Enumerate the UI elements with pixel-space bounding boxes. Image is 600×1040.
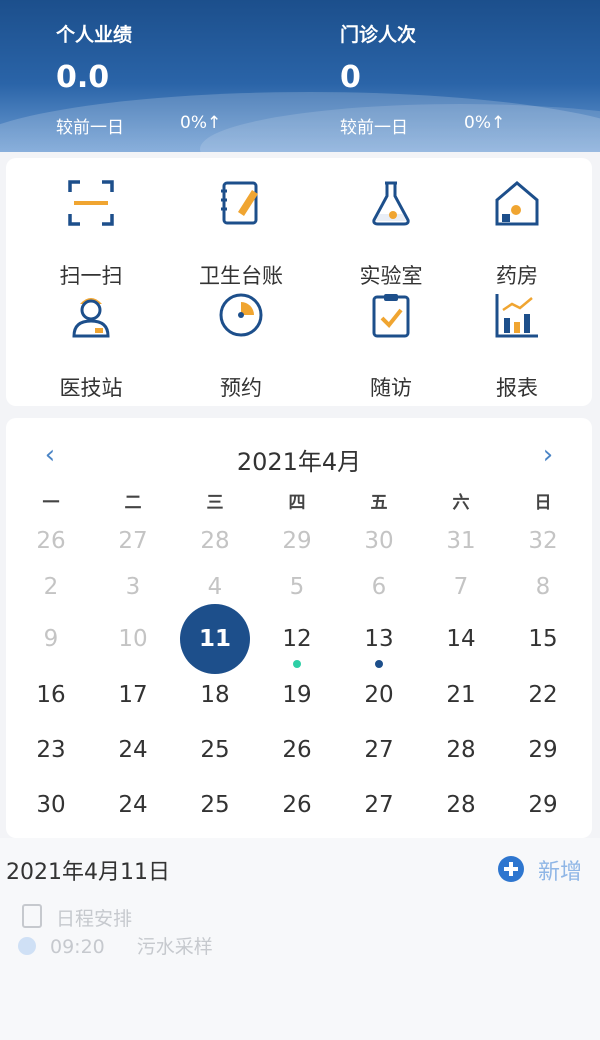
calendar-day[interactable]: 15 <box>502 612 584 666</box>
calendar-day[interactable]: 30 <box>10 778 92 832</box>
calendar-day[interactable]: 10 <box>92 612 174 666</box>
calendar-day[interactable]: 2 <box>10 560 92 614</box>
calendar-icon <box>22 904 42 928</box>
pharmacy-icon <box>495 181 539 226</box>
stat-label: 个人业绩 <box>56 24 133 46</box>
calendar-day[interactable]: 25 <box>174 723 256 777</box>
scan-icon <box>68 180 114 226</box>
calendar-week: 30 24 25 26 27 28 29 <box>6 778 592 832</box>
calendar-day[interactable]: 24 <box>92 723 174 777</box>
calendar-day[interactable]: 6 <box>338 560 420 614</box>
calendar-day[interactable]: 23 <box>10 723 92 777</box>
calendar-day[interactable]: 20 <box>338 668 420 722</box>
add-icon[interactable] <box>498 856 524 882</box>
calendar-week: 2 3 4 5 6 7 8 <box>6 560 592 614</box>
tile-label: 药房 <box>496 264 538 288</box>
function-grid: 扫一扫 卫生台账 实验室 药房 医技站 预约 随访 报表 <box>6 158 592 406</box>
reports-button[interactable]: 报表 <box>457 290 577 400</box>
bar-chart-icon <box>495 294 538 338</box>
calendar-day[interactable]: 8 <box>502 560 584 614</box>
selected-date-title: 2021年4月11日 <box>6 860 170 885</box>
stat-label: 门诊人次 <box>340 24 417 46</box>
stats-header: 个人业绩 0.0 较前一日 0%↑ 门诊人次 0 较前一日 0%↑ <box>0 0 600 152</box>
calendar-day[interactable]: 21 <box>420 668 502 722</box>
calendar-day[interactable]: 3 <box>92 560 174 614</box>
stat-value: 0 <box>340 60 361 95</box>
clipboard-check-icon <box>372 294 410 338</box>
event-dot <box>375 660 383 668</box>
notebook-icon <box>221 181 258 225</box>
weekday-label: 一 <box>42 493 60 513</box>
calendar-week: 23 24 25 26 27 28 29 <box>6 723 592 777</box>
schedule-item[interactable]: 09:20 污水采样 <box>18 932 213 959</box>
calendar-day[interactable]: 24 <box>92 778 174 832</box>
stat-change-pct: 0%↑ <box>464 113 506 133</box>
calendar-day[interactable]: 12 <box>256 612 338 668</box>
calendar-day[interactable]: 9 <box>10 612 92 666</box>
add-schedule-button[interactable]: 新增 <box>538 854 600 886</box>
day-number: 12 <box>282 626 312 652</box>
calendar-day[interactable]: 26 <box>256 723 338 777</box>
event-dot <box>293 660 301 668</box>
calendar: ‹ 2021年4月 › 一 二 三 四 五 六 日 26 27 28 29 30… <box>6 418 592 838</box>
stat-compare-label: 较前一日 <box>56 118 124 138</box>
stat-compare-label: 较前一日 <box>340 118 408 138</box>
calendar-day[interactable]: 28 <box>420 723 502 777</box>
selected-day-circle: 11 <box>180 604 250 674</box>
tile-label: 预约 <box>220 376 262 400</box>
weekday-label: 五 <box>370 493 388 513</box>
schedule-item-text: 污水采样 <box>136 936 213 958</box>
calendar-day[interactable]: 5 <box>256 560 338 614</box>
tile-label: 医技站 <box>59 376 123 400</box>
calendar-day[interactable]: 27 <box>338 778 420 832</box>
schedule-heading-label: 日程安排 <box>56 908 133 930</box>
scan-button[interactable]: 扫一扫 <box>31 178 151 288</box>
weekday-label: 三 <box>206 493 224 513</box>
calendar-month-title: 2021年4月 <box>236 448 362 476</box>
tile-label: 实验室 <box>359 264 423 288</box>
follow-up-button[interactable]: 随访 <box>331 290 451 400</box>
calendar-day[interactable]: 22 <box>502 668 584 722</box>
calendar-day[interactable]: 25 <box>174 778 256 832</box>
schedule-item-time: 09:20 <box>50 936 105 958</box>
calendar-day[interactable]: 26 <box>256 778 338 832</box>
laboratory-button[interactable]: 实验室 <box>331 178 451 288</box>
calendar-day[interactable]: 28 <box>420 778 502 832</box>
weekday-label: 日 <box>534 493 552 513</box>
stat-value: 0.0 <box>56 60 110 95</box>
calendar-week: 9 10 11 12 13 14 15 <box>6 604 592 674</box>
day-number: 13 <box>364 626 394 652</box>
calendar-day[interactable]: 27 <box>338 723 420 777</box>
weekday-label: 六 <box>452 493 470 513</box>
calendar-day[interactable]: 19 <box>256 668 338 722</box>
flask-icon <box>372 181 410 226</box>
calendar-day[interactable]: 16 <box>10 668 92 722</box>
calendar-day[interactable]: 29 <box>502 778 584 832</box>
tile-label: 扫一扫 <box>59 264 123 288</box>
health-ledger-button[interactable]: 卫生台账 <box>181 178 301 288</box>
medical-tech-station-button[interactable]: 医技站 <box>31 290 151 400</box>
calendar-header: ‹ 2021年4月 › <box>6 438 592 476</box>
calendar-day[interactable]: 29 <box>502 723 584 777</box>
calendar-day[interactable]: 18 <box>174 668 256 722</box>
calendar-day[interactable]: 13 <box>338 612 420 668</box>
calendar-day[interactable]: 17 <box>92 668 174 722</box>
clock-icon <box>219 293 263 337</box>
weekday-label: 二 <box>124 493 142 513</box>
stat-change-pct: 0%↑ <box>180 113 222 133</box>
tile-label: 随访 <box>370 376 412 400</box>
pharmacy-button[interactable]: 药房 <box>457 178 577 288</box>
tile-label: 报表 <box>496 376 538 400</box>
next-month-button[interactable]: › <box>528 440 568 470</box>
nurse-icon <box>72 298 110 338</box>
calendar-week: 16 17 18 19 20 21 22 <box>6 668 592 722</box>
calendar-day[interactable]: 14 <box>420 612 502 666</box>
appointment-button[interactable]: 预约 <box>181 290 301 400</box>
calendar-day-selected[interactable]: 11 <box>174 604 256 674</box>
schedule-item-bullet-icon <box>18 937 36 955</box>
tile-label: 卫生台账 <box>199 264 283 288</box>
schedule-heading: 日程安排 <box>22 904 132 931</box>
weekday-label: 四 <box>288 493 306 513</box>
calendar-day[interactable]: 7 <box>420 560 502 614</box>
